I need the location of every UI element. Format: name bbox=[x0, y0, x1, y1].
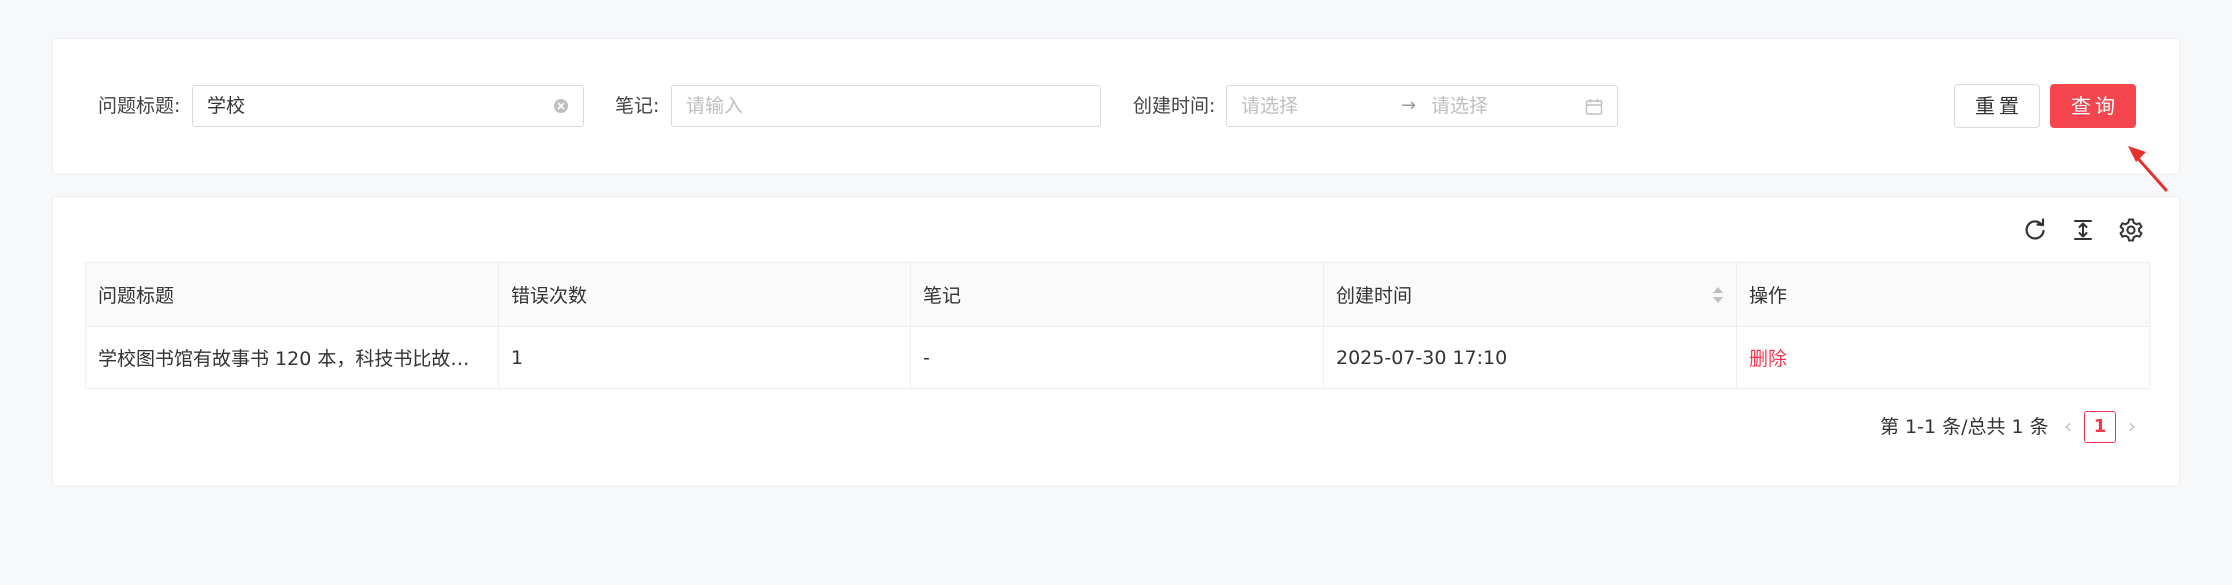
cell-title: 学校图书馆有故事书 120 本，科技书比故事书少 30 本，科技书有多少本？ bbox=[85, 326, 499, 389]
reset-button[interactable]: 重置 bbox=[1954, 84, 2040, 128]
page-1-button[interactable]: 1 bbox=[2084, 411, 2116, 443]
pagination-total: 第 1-1 条/总共 1 条 bbox=[1880, 416, 2049, 438]
gear-icon[interactable] bbox=[2118, 217, 2144, 243]
time-field-label: 创建时间: bbox=[1133, 95, 1216, 117]
date-range-picker[interactable]: 请选择 → 请选择 bbox=[1226, 85, 1618, 127]
query-button[interactable]: 查询 bbox=[2050, 84, 2136, 128]
end-date-placeholder[interactable]: 请选择 bbox=[1431, 86, 1488, 126]
column-header-created[interactable]: 创建时间 bbox=[1323, 262, 1737, 327]
calendar-icon[interactable] bbox=[1585, 98, 1603, 116]
table-header-row: 问题标题 错误次数 笔记 创建时间 操作 bbox=[85, 262, 2150, 327]
title-field-label: 问题标题: bbox=[98, 95, 181, 117]
cell-action: 删除 bbox=[1736, 326, 2150, 389]
annotation-arrow-icon bbox=[2128, 146, 2168, 192]
sort-icon[interactable] bbox=[1712, 285, 1724, 305]
prev-page-icon[interactable]: ‹ bbox=[2058, 415, 2078, 437]
cell-errors: 1 bbox=[498, 326, 911, 389]
next-page-icon[interactable]: › bbox=[2122, 415, 2142, 437]
title-input-value: 学校 bbox=[207, 95, 246, 117]
column-header-note: 笔记 bbox=[910, 262, 1324, 327]
table-row: 学校图书馆有故事书 120 本，科技书比故事书少 30 本，科技书有多少本？ 1… bbox=[85, 326, 2150, 389]
clear-icon[interactable] bbox=[553, 98, 569, 114]
column-height-icon[interactable] bbox=[2070, 217, 2096, 243]
column-header-errors: 错误次数 bbox=[498, 262, 911, 327]
results-table: 问题标题 错误次数 笔记 创建时间 操作 学校图书馆有故事书 120 本，科技书… bbox=[85, 262, 2150, 389]
note-field-label: 笔记: bbox=[615, 95, 660, 117]
delete-link[interactable]: 删除 bbox=[1749, 348, 1787, 370]
column-header-action: 操作 bbox=[1736, 262, 2150, 327]
cell-note: - bbox=[910, 326, 1324, 389]
column-header-title: 问题标题 bbox=[85, 262, 499, 327]
note-search-input[interactable]: 请输入 bbox=[671, 85, 1101, 127]
cell-created: 2025-07-30 17:10 bbox=[1323, 326, 1737, 389]
title-search-input[interactable]: 学校 bbox=[192, 85, 584, 127]
start-date-placeholder[interactable]: 请选择 bbox=[1241, 86, 1298, 126]
refresh-icon[interactable] bbox=[2022, 217, 2048, 243]
note-input-placeholder: 请输入 bbox=[686, 95, 744, 117]
range-separator-icon: → bbox=[1401, 95, 1417, 116]
